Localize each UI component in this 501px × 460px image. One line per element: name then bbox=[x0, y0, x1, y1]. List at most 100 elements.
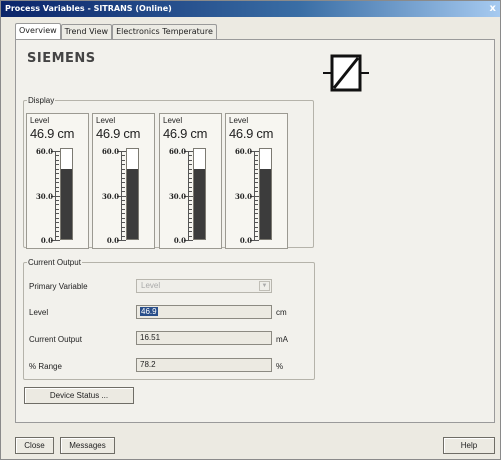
level-unit: cm bbox=[276, 308, 287, 317]
gauge-tick bbox=[121, 231, 125, 233]
level-gauge: Level 46.9 cm 60.0 30.0 0.0 bbox=[225, 113, 288, 249]
dropdown-arrow-icon[interactable]: ▼ bbox=[259, 281, 270, 291]
gauge-tick bbox=[55, 204, 59, 206]
gauge-tick bbox=[55, 182, 59, 184]
gauge-tick bbox=[188, 177, 192, 179]
current-output-field[interactable]: 16.51 bbox=[136, 331, 272, 345]
gauge-tick bbox=[121, 199, 125, 201]
level-bar bbox=[193, 148, 206, 240]
gauge-tick bbox=[121, 213, 125, 215]
gauge-tick bbox=[254, 168, 258, 170]
gauge-tick bbox=[188, 208, 192, 210]
gauge-tick bbox=[55, 222, 59, 224]
gauge-tick bbox=[55, 186, 59, 188]
gauge-tick bbox=[121, 182, 125, 184]
gauge-value: 46.9 cm bbox=[30, 126, 75, 141]
primary-variable-select[interactable]: Level ▼ bbox=[136, 279, 272, 293]
gauge-tick bbox=[254, 182, 258, 184]
gauge-tick bbox=[55, 213, 59, 215]
gauge-tick bbox=[121, 168, 125, 170]
range-label: % Range bbox=[29, 362, 62, 371]
gauge-tick bbox=[188, 222, 192, 224]
tab-trend-view[interactable]: Trend View bbox=[60, 24, 113, 39]
gauge-tick bbox=[55, 235, 59, 237]
gauge-tick bbox=[55, 226, 59, 228]
level-bar bbox=[259, 148, 272, 240]
gauge-tick bbox=[188, 226, 192, 228]
gauge-tick-label: 0.0 bbox=[40, 236, 53, 245]
gauge-tick bbox=[121, 173, 125, 175]
display-group: Display Level 46.9 cm 60.0 30.0 0.0 Level 46.9… bbox=[23, 96, 314, 249]
gauge-tick bbox=[254, 155, 258, 157]
gauge-tick bbox=[254, 235, 258, 237]
title-bar[interactable]: Process Variables - SITRANS (Online) x bbox=[1, 1, 500, 17]
window-title: Process Variables - SITRANS (Online) bbox=[5, 4, 172, 13]
current-output-legend: Current Output bbox=[28, 258, 81, 267]
gauge-tick-label: 30.0 bbox=[101, 191, 119, 201]
gauge-value: 46.9 cm bbox=[96, 126, 141, 141]
gauge-tick bbox=[121, 235, 125, 237]
close-window-icon[interactable]: x bbox=[490, 1, 496, 17]
help-button[interactable]: Help bbox=[443, 437, 495, 454]
gauge-tick bbox=[188, 155, 192, 157]
gauge-tick bbox=[188, 168, 192, 170]
tab-overview[interactable]: Overview bbox=[15, 23, 61, 39]
gauge-tick-label: 60.0 bbox=[234, 147, 252, 156]
gauge-tick bbox=[121, 204, 125, 206]
level-gauge: Level 46.9 cm 60.0 30.0 0.0 bbox=[159, 113, 222, 249]
gauge-tick-label: 30.0 bbox=[35, 191, 53, 201]
level-bar-fill bbox=[61, 168, 72, 239]
gauge-tick bbox=[188, 199, 192, 201]
gauge-tick bbox=[121, 208, 125, 210]
gauge-value: 46.9 cm bbox=[229, 126, 274, 141]
current-output-value: 16.51 bbox=[140, 333, 161, 342]
tab-electronics-temperature[interactable]: Electronics Temperature bbox=[112, 24, 217, 39]
gauge-tick bbox=[254, 177, 258, 179]
close-button[interactable]: Close bbox=[15, 437, 54, 454]
messages-button[interactable]: Messages bbox=[60, 437, 115, 454]
primary-variable-label: Primary Variable bbox=[29, 282, 88, 291]
gauge-tick bbox=[254, 173, 258, 175]
range-value: 78.2 bbox=[140, 360, 156, 369]
gauge-tick bbox=[188, 204, 192, 206]
gauge-tick-label: 60.0 bbox=[35, 147, 53, 156]
gauge-tick bbox=[188, 186, 192, 188]
gauge-label: Level bbox=[229, 116, 249, 125]
level-bar-fill bbox=[260, 168, 271, 239]
gauge-tick bbox=[55, 173, 59, 175]
gauge-tick-label: 30.0 bbox=[234, 191, 252, 201]
gauge-tick bbox=[55, 155, 59, 157]
level-field[interactable]: 46.9 bbox=[136, 305, 272, 319]
gauge-tick bbox=[188, 182, 192, 184]
gauge-tick bbox=[55, 217, 59, 219]
gauge-tick-label: 0.0 bbox=[173, 236, 186, 245]
gauge-tick bbox=[55, 177, 59, 179]
gauge-value: 46.9 cm bbox=[163, 126, 208, 141]
gauge-tick bbox=[254, 217, 258, 219]
siemens-logo: SIEMENS bbox=[27, 51, 96, 66]
gauge-tick bbox=[121, 164, 125, 166]
gauge-tick bbox=[254, 208, 258, 210]
gauge-tick-label: 0.0 bbox=[239, 236, 252, 245]
gauge-tick bbox=[121, 191, 125, 193]
gauge-tick bbox=[55, 199, 59, 201]
gauge-tick bbox=[254, 199, 258, 201]
gauge-tick bbox=[55, 168, 59, 170]
range-unit: % bbox=[276, 362, 284, 371]
primary-variable-value: Level bbox=[141, 281, 161, 290]
device-status-button[interactable]: Device Status ... bbox=[24, 387, 134, 404]
level-gauge: Level 46.9 cm 60.0 30.0 0.0 bbox=[92, 113, 155, 249]
current-output-label: Current Output bbox=[29, 335, 82, 344]
display-legend: Display bbox=[28, 96, 55, 105]
gauge-tick bbox=[254, 159, 258, 161]
gauge-tick bbox=[121, 177, 125, 179]
overview-panel: SIEMENS Display Level 46.9 cm 60.0 30.0 0.0 L… bbox=[15, 39, 495, 423]
gauge-tick-label: 30.0 bbox=[168, 191, 186, 201]
gauge-tick bbox=[188, 217, 192, 219]
level-value: 46.9 bbox=[140, 307, 158, 316]
gauge-tick bbox=[121, 217, 125, 219]
range-field[interactable]: 78.2 bbox=[136, 358, 272, 372]
level-transmitter-icon bbox=[323, 54, 369, 92]
gauge-tick bbox=[254, 213, 258, 215]
gauge-tick bbox=[254, 186, 258, 188]
